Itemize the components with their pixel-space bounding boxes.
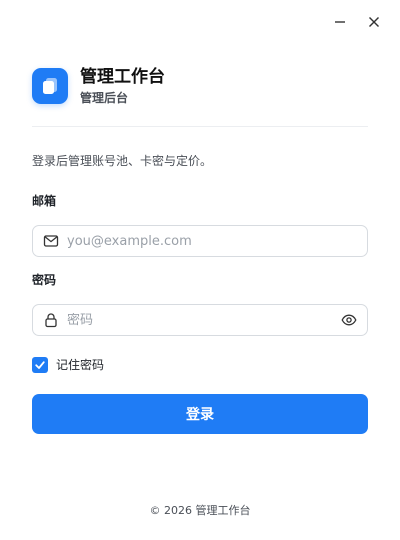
minimize-button[interactable] [330,12,350,32]
email-input[interactable] [67,233,357,249]
close-icon [369,17,379,27]
app-logo-icon [32,68,68,104]
intro-text: 登录后管理账号池、卡密与定价。 [32,154,213,168]
minimize-icon [335,21,345,23]
email-label: 邮箱 [32,194,57,208]
brand-header: 管理工作台 管理后台 [32,66,165,106]
header-divider [32,126,368,127]
brand-title: 管理工作台 [80,67,165,87]
remember-password-row[interactable]: 记住密码 [32,356,104,373]
brand-subtitle: 管理后台 [80,91,129,105]
remember-checkbox[interactable] [32,356,48,373]
login-window: 管理工作台 管理后台 登录后管理账号池、卡密与定价。 邮箱 密码 [0,0,400,540]
password-label: 密码 [32,273,57,287]
footer-copyright: © 2026 管理工作台 [149,504,251,517]
window-controls [330,12,384,32]
remember-label: 记住密码 [56,358,105,372]
close-button[interactable] [364,12,384,32]
login-button[interactable]: 登录 [32,394,368,434]
lock-icon [45,313,57,328]
eye-icon [341,314,357,326]
password-field[interactable] [32,304,368,336]
mail-icon [43,235,59,247]
password-input[interactable] [67,312,341,328]
toggle-password-visibility[interactable] [341,312,357,328]
checkmark-icon [35,360,45,369]
email-field[interactable] [32,225,368,257]
